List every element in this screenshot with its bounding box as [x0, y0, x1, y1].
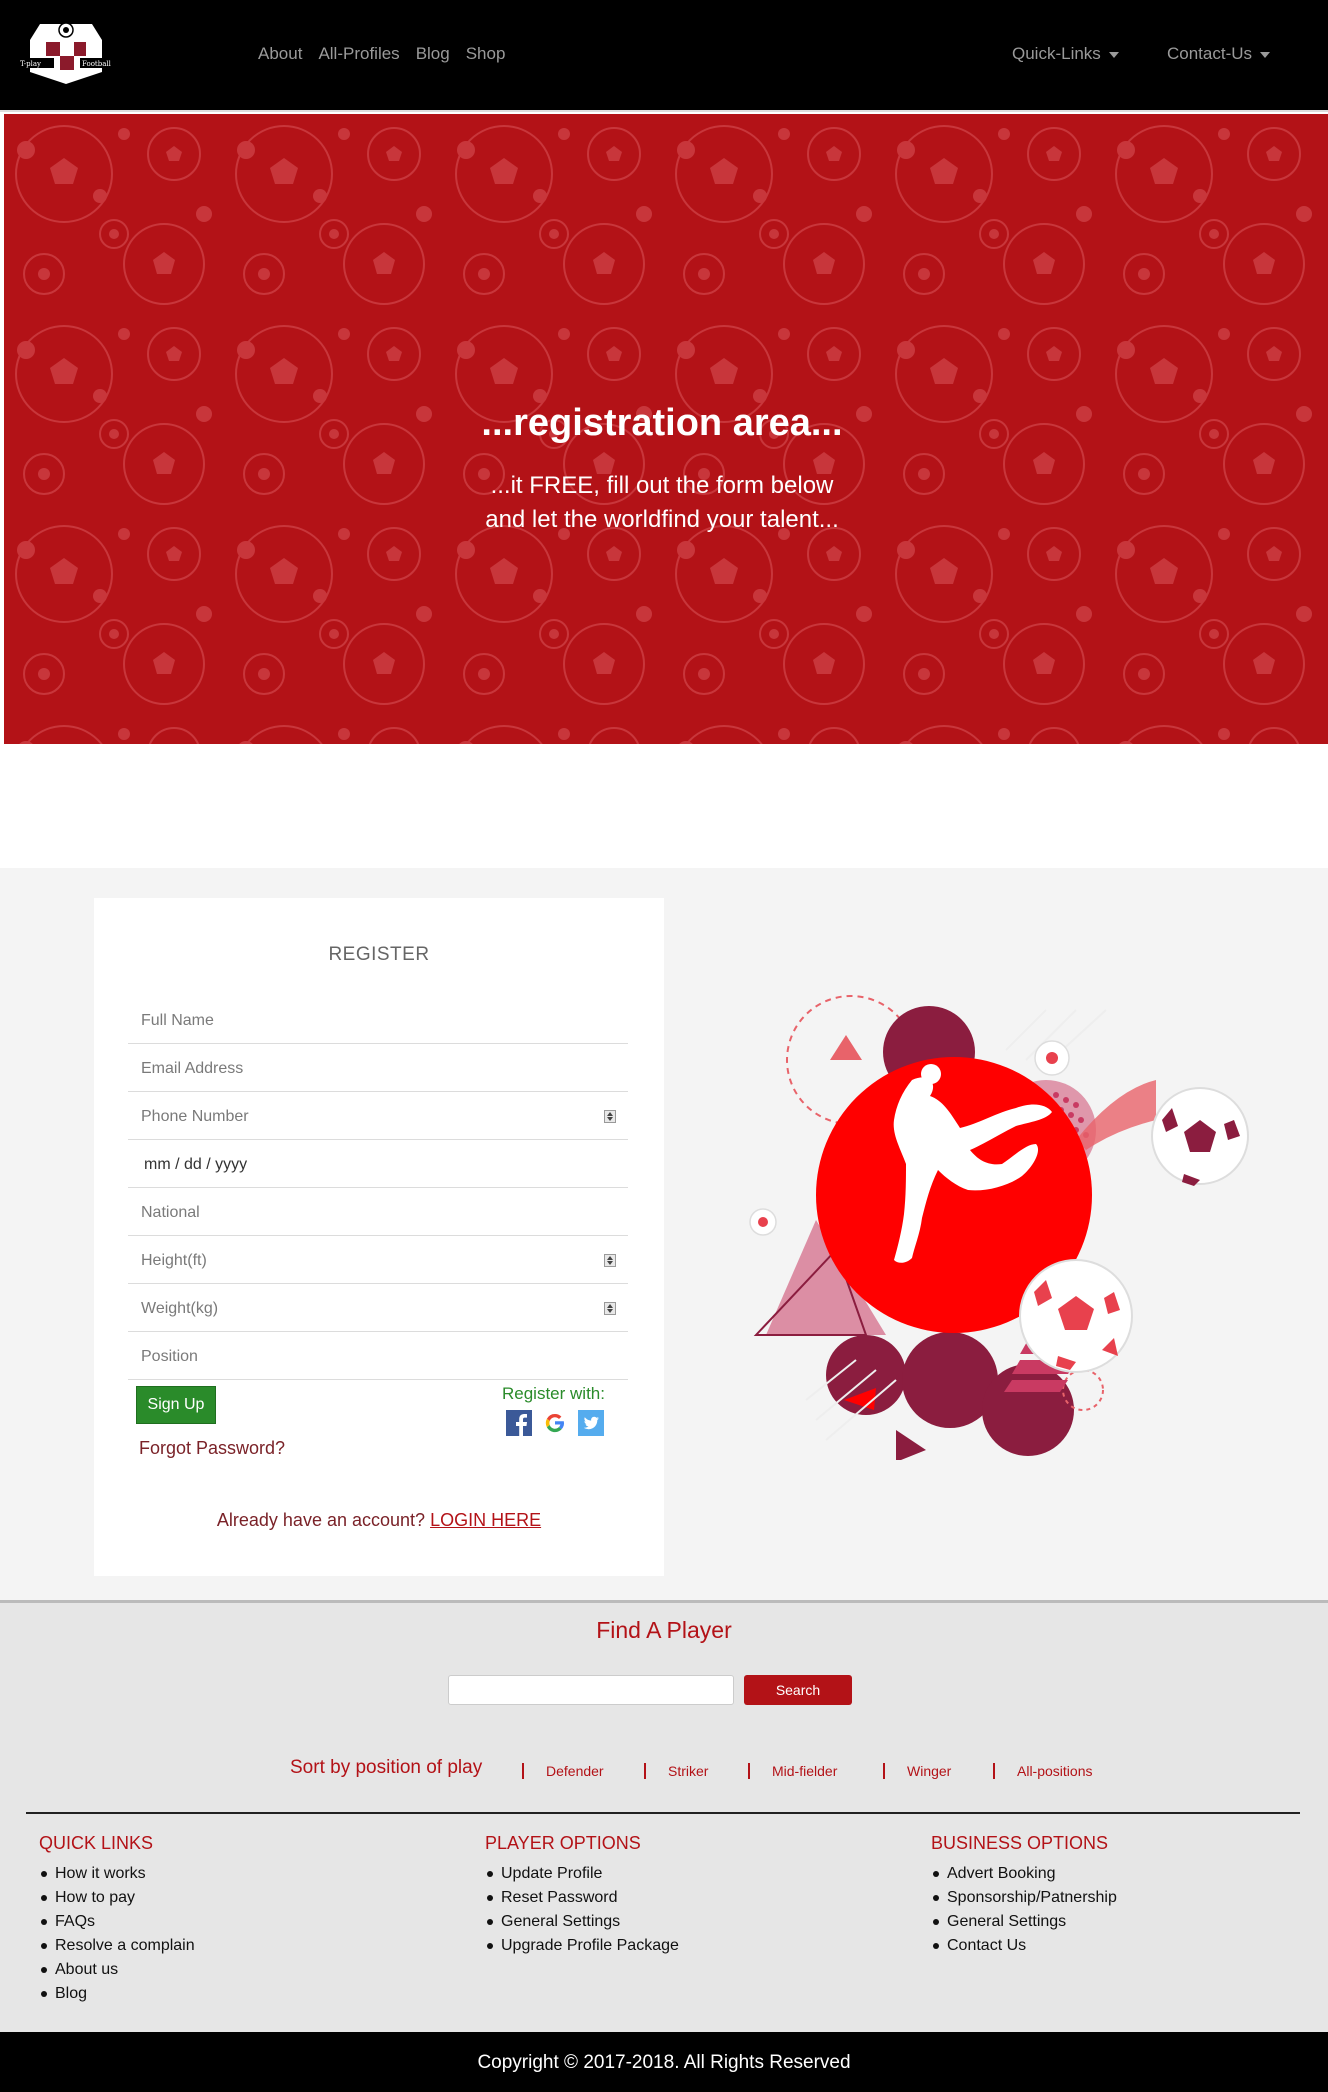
date-placeholder: mm / dd / yyyy	[144, 1156, 248, 1173]
quick-links-dropdown[interactable]: Quick-Links	[1012, 44, 1119, 64]
position-filter-striker[interactable]: Striker	[644, 1763, 708, 1779]
number-spinner-icon[interactable]	[604, 1302, 616, 1315]
logo-text-right: Football	[82, 60, 112, 68]
nav-blog[interactable]: Blog	[416, 44, 450, 64]
hero-title: ...registration area...	[481, 402, 843, 444]
email-input[interactable]: Email Address	[128, 1044, 628, 1092]
height-placeholder: Height(ft)	[141, 1252, 207, 1269]
email-placeholder: Email Address	[141, 1060, 244, 1077]
contact-us-label: Contact-Us	[1167, 44, 1253, 63]
register-with-label: Register with:	[502, 1384, 605, 1403]
logo-text-left: T-play	[20, 60, 41, 68]
footer-link-update-profile[interactable]: Update Profile	[485, 1862, 679, 1886]
sort-by-position-label: Sort by position of play	[290, 1757, 483, 1778]
nav-about[interactable]: About	[258, 44, 302, 64]
register-title: REGISTER	[328, 944, 430, 965]
copyright-bar: Copyright © 2017-2018. All Rights Reserv…	[0, 2032, 1328, 2092]
chevron-down-icon	[1260, 51, 1271, 58]
position-input[interactable]: Position	[128, 1332, 628, 1380]
hero-subtitle-line1: ...it FREE, fill out the form below	[490, 472, 834, 499]
weight-input[interactable]: Weight(kg)	[128, 1284, 628, 1332]
footer-link-resolve-complain[interactable]: Resolve a complain	[39, 1934, 195, 1958]
full-name-placeholder: Full Name	[141, 1012, 214, 1029]
position-filter-mid-fielder[interactable]: Mid-fielder	[748, 1763, 837, 1779]
already-have-account: Already have an account? LOGIN HERE	[94, 1510, 664, 1531]
footer-link-how-it-works[interactable]: How it works	[39, 1862, 195, 1886]
footer-link-general-settings[interactable]: General Settings	[485, 1910, 679, 1934]
position-filter-defender[interactable]: Defender	[522, 1763, 604, 1779]
national-input[interactable]: National	[128, 1188, 628, 1236]
nav-shop[interactable]: Shop	[466, 44, 506, 64]
site-logo[interactable]: T-play Football	[18, 20, 114, 86]
navbar: T-play Football About All-Profiles Blog …	[0, 0, 1328, 112]
footer-quick-links: QUICK LINKS How it works How to pay FAQs…	[39, 1833, 195, 2006]
footer-link-business-settings[interactable]: General Settings	[931, 1910, 1117, 1934]
quick-links-heading: QUICK LINKS	[39, 1833, 154, 1853]
footballer-illustration	[749, 995, 1249, 1460]
footer-link-contact-us[interactable]: Contact Us	[931, 1934, 1117, 1958]
login-here-link[interactable]: LOGIN HERE	[430, 1510, 541, 1530]
forgot-password-link[interactable]: Forgot Password?	[139, 1438, 285, 1459]
number-spinner-icon[interactable]	[604, 1110, 616, 1123]
footer-link-blog[interactable]: Blog	[39, 1982, 195, 2006]
date-of-birth-input[interactable]: mm / dd / yyyy	[128, 1140, 628, 1188]
nav-all-profiles[interactable]: All-Profiles	[318, 44, 399, 64]
player-search-input[interactable]	[448, 1675, 734, 1705]
quick-links-label: Quick-Links	[1012, 44, 1101, 63]
footer-business-options: BUSINESS OPTIONS Advert Booking Sponsors…	[931, 1833, 1117, 1958]
footer-link-advert-booking[interactable]: Advert Booking	[931, 1862, 1117, 1886]
facebook-icon[interactable]	[506, 1410, 532, 1436]
footer-link-upgrade-package[interactable]: Upgrade Profile Package	[485, 1934, 679, 1958]
position-filter-winger[interactable]: Winger	[883, 1763, 951, 1779]
hero-subtitle: ...it FREE, fill out the form below and …	[4, 469, 1320, 537]
position-filter-all[interactable]: All-positions	[993, 1763, 1092, 1779]
footer-link-faqs[interactable]: FAQs	[39, 1910, 195, 1934]
number-spinner-icon[interactable]	[604, 1254, 616, 1267]
phone-placeholder: Phone Number	[141, 1108, 249, 1125]
full-name-input[interactable]: Full Name	[128, 996, 628, 1044]
find-player-title: Find A Player	[596, 1617, 732, 1643]
footer-link-how-to-pay[interactable]: How to pay	[39, 1886, 195, 1910]
twitter-icon[interactable]	[578, 1410, 604, 1436]
search-button[interactable]: Search	[744, 1675, 852, 1705]
footer-player-options: PLAYER OPTIONS Update Profile Reset Pass…	[485, 1833, 679, 1958]
hero-subtitle-line2: and let the worldfind your talent...	[485, 506, 839, 533]
footer-link-sponsorship[interactable]: Sponsorship/Patnership	[931, 1886, 1117, 1910]
footer-link-about-us[interactable]: About us	[39, 1958, 195, 1982]
position-placeholder: Position	[141, 1348, 198, 1365]
phone-input[interactable]: Phone Number	[128, 1092, 628, 1140]
player-options-heading: PLAYER OPTIONS	[485, 1833, 641, 1853]
hero-banner: ...registration area... ...it FREE, fill…	[4, 114, 1328, 744]
footer-divider	[26, 1812, 1300, 1814]
footer-link-reset-password[interactable]: Reset Password	[485, 1886, 679, 1910]
weight-placeholder: Weight(kg)	[141, 1300, 219, 1317]
height-input[interactable]: Height(ft)	[128, 1236, 628, 1284]
national-placeholder: National	[141, 1204, 200, 1221]
business-options-heading: BUSINESS OPTIONS	[931, 1833, 1109, 1853]
find-a-player-section: Find A Player Search Sort by position of…	[0, 1600, 1328, 2032]
chevron-down-icon	[1108, 51, 1119, 58]
google-icon[interactable]	[542, 1410, 568, 1436]
registration-section: REGISTER Full Name Email Address Phone N…	[0, 868, 1328, 1600]
signup-button[interactable]: Sign Up	[136, 1386, 216, 1424]
already-text: Already have an account?	[216, 1510, 426, 1530]
contact-us-dropdown[interactable]: Contact-Us	[1167, 44, 1271, 64]
register-form: REGISTER Full Name Email Address Phone N…	[94, 898, 664, 1576]
nav-links: About All-Profiles Blog Shop	[258, 44, 505, 64]
